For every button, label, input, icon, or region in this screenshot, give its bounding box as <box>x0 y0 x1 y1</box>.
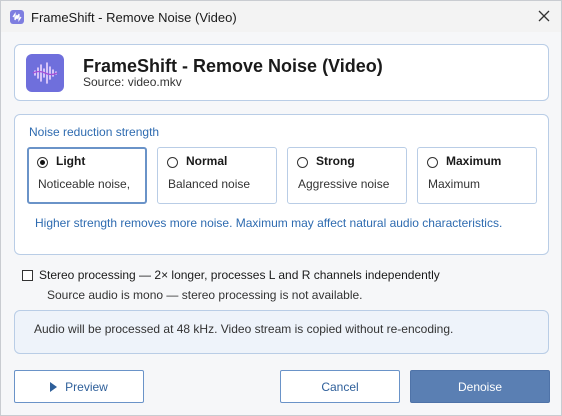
info-panel: Audio will be processed at 48 kHz. Video… <box>14 310 549 354</box>
option-maximum-name: Maximum <box>446 154 502 168</box>
stereo-note: Source audio is mono — stereo processing… <box>47 288 363 302</box>
window-title: FrameShift - Remove Noise (Video) <box>31 10 237 25</box>
app-icon <box>10 10 24 24</box>
denoise-button[interactable]: Denoise <box>410 370 550 403</box>
option-normal-desc: Balanced noise <box>168 177 251 191</box>
close-icon <box>538 10 550 22</box>
preview-button[interactable]: Preview <box>14 370 144 403</box>
waveform-icon <box>26 54 64 92</box>
option-normal[interactable]: Normal Balanced noise <box>157 147 277 204</box>
radio-normal[interactable] <box>167 157 178 168</box>
info-text: Audio will be processed at 48 kHz. Video… <box>34 322 454 336</box>
option-light-desc: Noticeable noise, <box>38 177 131 191</box>
option-maximum[interactable]: Maximum Maximum <box>417 147 537 204</box>
option-strong[interactable]: Strong Aggressive noise <box>287 147 407 204</box>
option-light-name: Light <box>56 154 86 168</box>
option-strong-name: Strong <box>316 154 355 168</box>
close-button[interactable] <box>533 5 555 27</box>
radio-light[interactable] <box>37 157 48 168</box>
cancel-button[interactable]: Cancel <box>280 370 400 403</box>
header-card: FrameShift - Remove Noise (Video) Source… <box>14 44 549 101</box>
stereo-label: Stereo processing — 2× longer, processes… <box>39 268 440 282</box>
option-maximum-desc: Maximum <box>428 177 481 191</box>
option-normal-name: Normal <box>186 154 228 168</box>
strength-group-label: Noise reduction strength <box>29 125 160 139</box>
dialog-window: FrameShift - Remove Noise (Video) FrameS… <box>0 0 562 416</box>
radio-maximum[interactable] <box>427 157 438 168</box>
option-strong-desc: Aggressive noise <box>298 177 390 191</box>
strength-hint: Higher strength removes more noise. Maxi… <box>35 216 503 230</box>
source-label: Source: video.mkv <box>83 75 182 89</box>
play-icon <box>50 381 58 392</box>
option-light[interactable]: Light Noticeable noise, <box>27 147 147 204</box>
preview-label: Preview <box>65 379 108 394</box>
radio-strong[interactable] <box>297 157 308 168</box>
stereo-checkbox[interactable] <box>22 270 33 281</box>
strength-group: Noise reduction strength Light Noticeabl… <box>14 114 549 255</box>
title-bar: FrameShift - Remove Noise (Video) <box>1 1 561 32</box>
page-title: FrameShift - Remove Noise (Video) <box>83 56 383 76</box>
